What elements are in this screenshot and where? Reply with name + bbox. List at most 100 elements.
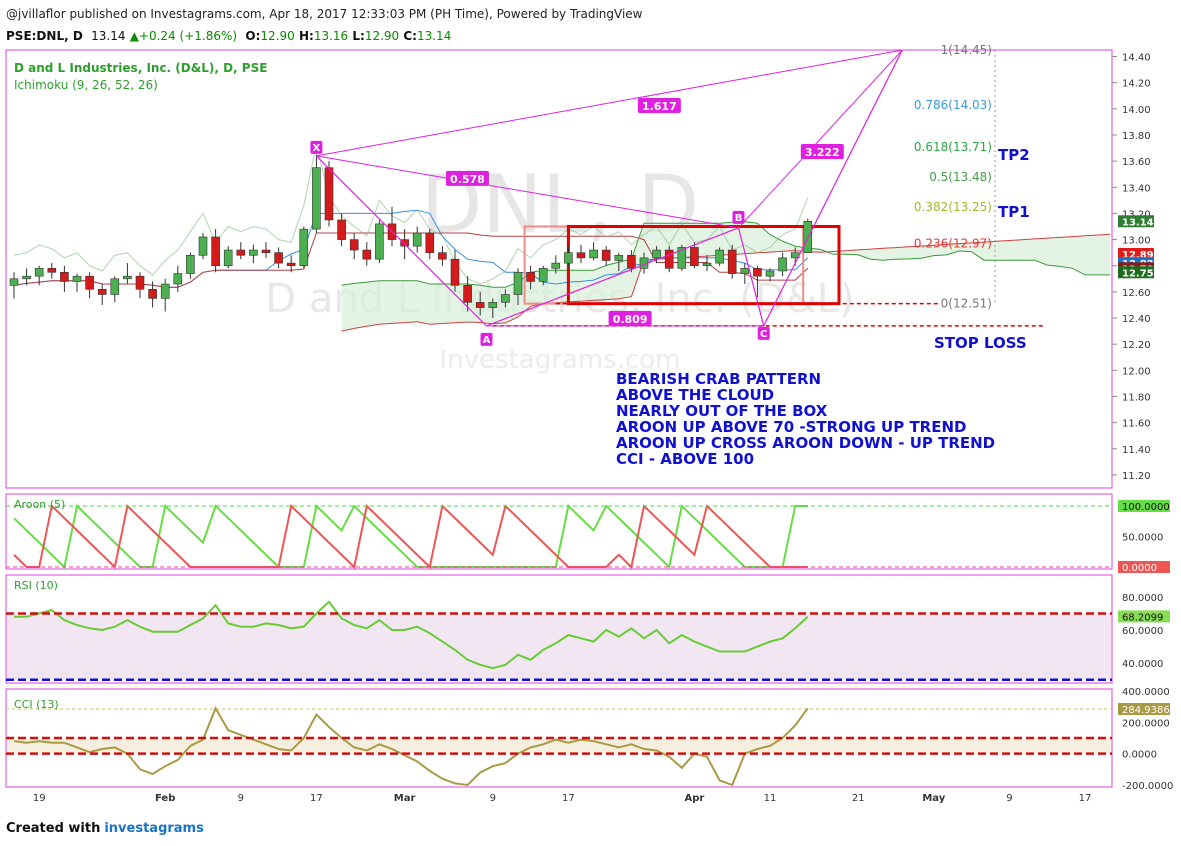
footer-credit: Created with investagrams: [6, 821, 204, 836]
candle-body: [97, 288, 107, 295]
pattern-point-label: B: [735, 213, 743, 224]
candle-body: [9, 278, 19, 286]
candle-body: [123, 275, 132, 280]
candle-body: [362, 249, 372, 260]
pane-tick-label: 50.0000: [1122, 533, 1163, 544]
candle-body: [425, 232, 435, 253]
tp2-label: TP2: [998, 146, 1030, 164]
ichimoku-label: Ichimoku (9, 26, 52, 26): [14, 78, 158, 92]
candle-body: [664, 249, 674, 269]
x-tick-label: Feb: [155, 793, 175, 804]
ratio-label: 1.617: [642, 100, 677, 113]
x-tick-label: 9: [490, 793, 496, 804]
x-tick-label: 17: [1079, 793, 1092, 804]
candle-body: [740, 268, 750, 274]
y-tick-label: 14.00: [1122, 105, 1151, 116]
pane-tick-label: 40.0000: [1122, 659, 1163, 670]
candle-body: [337, 219, 346, 240]
pattern-point-label: A: [483, 335, 491, 346]
aroon-up-value: 100.0000: [1122, 502, 1170, 513]
y-tick-label: 14.20: [1122, 79, 1151, 90]
candle-body: [60, 271, 69, 282]
candle-body: [463, 285, 472, 303]
candle-body: [299, 228, 309, 267]
note-line: CCI - ABOVE 100: [616, 450, 754, 468]
rsi-band: [7, 613, 1111, 680]
chart-title: D and L Industries, Inc. (D&L), D, PSE: [14, 61, 267, 75]
candle-body: [249, 249, 258, 256]
y-tick-label: 11.40: [1122, 445, 1151, 456]
fib-level-label: 0.618(13.71): [914, 140, 992, 154]
y-tick-label: 11.80: [1122, 392, 1151, 403]
chart-svg[interactable]: DNL, D D and L Industries, Inc. (D&L) In…: [0, 0, 1181, 846]
candle-body: [601, 249, 611, 261]
candle-body: [173, 273, 183, 285]
cci-label: CCI (13): [14, 698, 59, 711]
candle-body: [513, 271, 523, 295]
fib-level-label: 0.236(12.97): [914, 237, 992, 251]
pattern-point-label: X: [313, 143, 321, 154]
candle-body: [148, 288, 157, 299]
candle-body: [135, 275, 145, 290]
candle-body: [85, 275, 94, 290]
rsi-pane: 80.0000 60.0000 40.0000 68.2099: [6, 593, 1170, 681]
y-tick-label: 13.60: [1122, 157, 1151, 168]
candle-body: [753, 268, 762, 277]
y-tick-label: 12.60: [1122, 288, 1151, 299]
candle-body: [778, 257, 787, 272]
x-tick-label: 17: [562, 793, 575, 804]
candle-body: [312, 167, 321, 230]
time-axis: 19 Feb 9 17 Mar 9 17 Apr 11 21 May 9 17: [33, 793, 1092, 804]
candle-body: [274, 252, 283, 264]
candle-body: [576, 252, 586, 259]
ratio-label: 3.222: [805, 146, 840, 159]
cci-value: 284.9386: [1122, 705, 1170, 716]
indicator-series-line: [13, 504, 808, 569]
candle-body: [349, 239, 359, 251]
analysis-notes: BEARISH CRAB PATTERN ABOVE THE CLOUD NEA…: [616, 370, 995, 468]
aroon-down-value: 0.0000: [1122, 563, 1157, 574]
candle-body: [286, 262, 296, 267]
candle-body: [261, 249, 271, 253]
candle-body: [186, 254, 195, 274]
candle-body: [22, 275, 31, 280]
price-axis: 11.20 11.40 11.60 11.80 12.00 12.20 12.40 12.60…: [1112, 53, 1154, 482]
candle-body: [475, 302, 485, 308]
y-tick-label: 12.20: [1122, 340, 1151, 351]
candle-body: [72, 275, 82, 282]
chart-stage: @jvillaflor published on Investagrams.co…: [0, 0, 1181, 846]
x-tick-label: 9: [238, 793, 244, 804]
candle-body: [324, 167, 334, 221]
candle-body: [450, 258, 460, 286]
y-tick-label: 13.80: [1122, 131, 1151, 142]
candle-body: [412, 232, 422, 247]
cci-pane: 400.0000 200.0000 0.0000 -200.0000 284.9386: [6, 687, 1173, 792]
x-tick-label: 17: [310, 793, 323, 804]
candle-body: [627, 254, 636, 269]
pane-tick-label: 80.0000: [1122, 593, 1163, 604]
pattern-point-label: C: [760, 329, 767, 340]
x-tick-label: May: [922, 793, 945, 804]
pane-tick-label: 0.0000: [1122, 750, 1157, 761]
y-tick-label: 12.00: [1122, 366, 1151, 377]
candle-body: [727, 249, 737, 274]
x-tick-label: 11: [764, 793, 777, 804]
candle-body: [438, 252, 447, 260]
candle-body: [198, 236, 208, 256]
fib-level-label: 0(12.51): [941, 297, 992, 311]
candle-body: [211, 236, 220, 267]
ratio-label: 0.809: [613, 313, 648, 326]
fib-level-label: 1(14.45): [941, 43, 992, 57]
candle-body: [765, 270, 775, 277]
fib-level-label: 0.786(14.03): [914, 98, 992, 112]
candle-body: [526, 271, 535, 282]
candle-body: [715, 249, 724, 264]
price-tag-label: 12.75: [1122, 268, 1154, 279]
price-tag-label: 13.14: [1122, 217, 1154, 228]
y-tick-label: 12.40: [1122, 314, 1151, 325]
candle-body: [589, 249, 598, 259]
y-tick-label: 11.20: [1122, 471, 1151, 482]
stop-loss-label: STOP LOSS: [934, 334, 1027, 352]
candle-body: [223, 249, 233, 267]
candle-body: [551, 262, 561, 269]
